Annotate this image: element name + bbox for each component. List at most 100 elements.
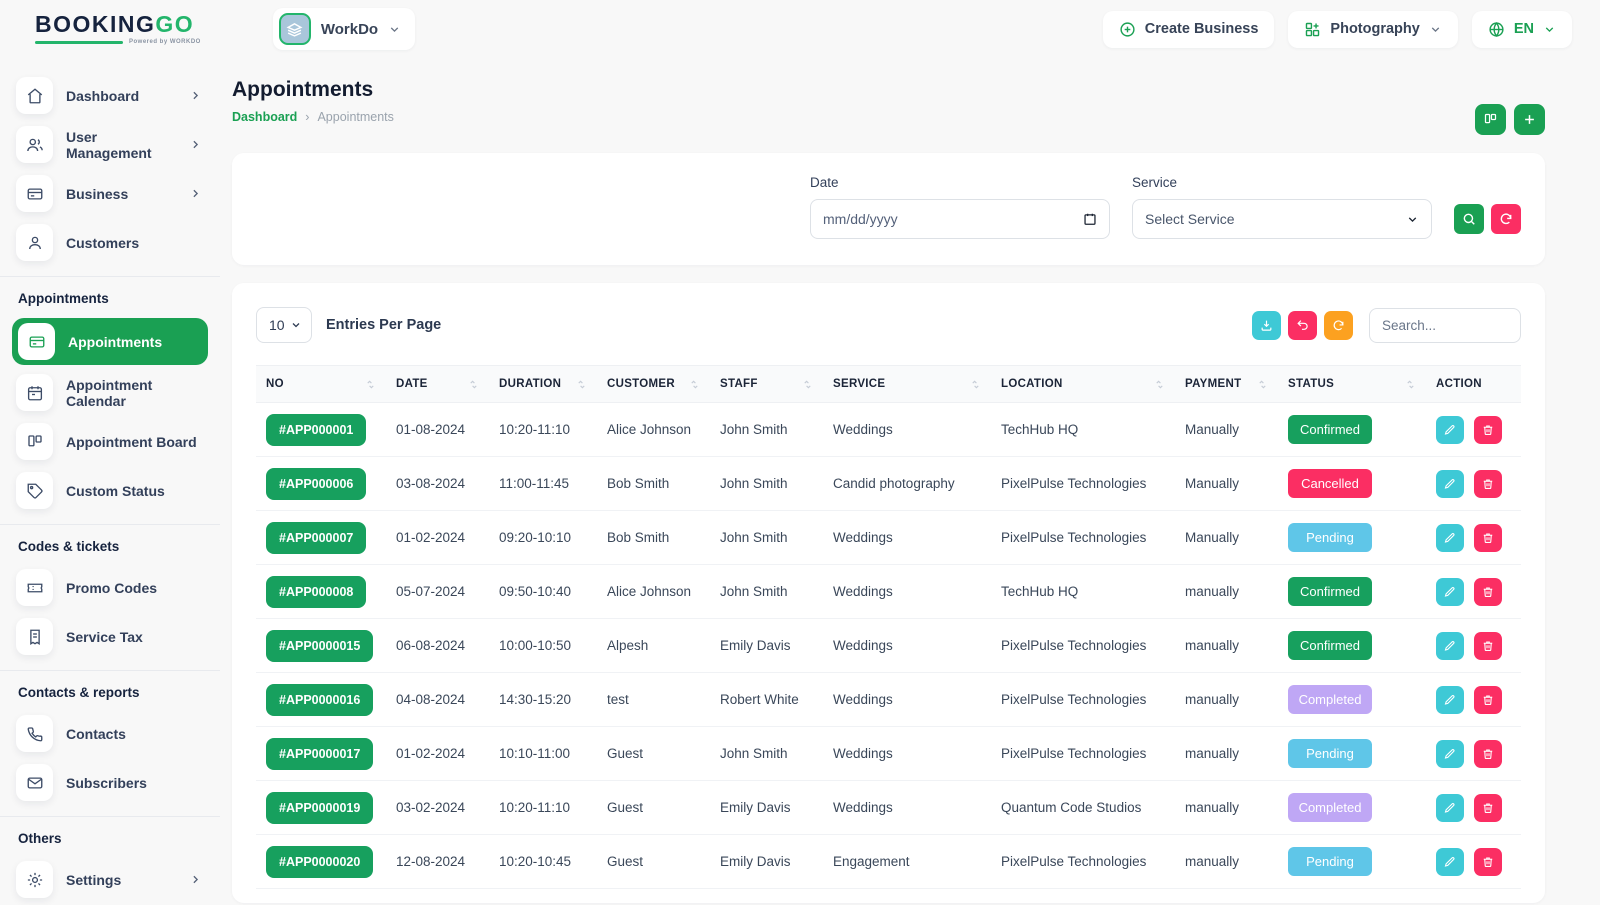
sort-icon[interactable]	[1154, 379, 1165, 390]
cell-service: Weddings	[823, 511, 991, 565]
edit-button[interactable]	[1436, 740, 1464, 768]
edit-button[interactable]	[1436, 794, 1464, 822]
sidebar-item-promo-codes[interactable]: Promo Codes	[0, 564, 220, 611]
pencil-icon	[1444, 532, 1456, 544]
col-header-payment[interactable]: PAYMENT	[1185, 378, 1241, 390]
filter-search-button[interactable]	[1454, 204, 1484, 234]
undo-button[interactable]	[1288, 311, 1317, 340]
table-row: #APP0000015 06-08-2024 10:00-10:50 Alpes…	[256, 619, 1521, 673]
appointment-no-badge[interactable]: #APP000007	[266, 522, 366, 554]
sort-icon[interactable]	[1257, 379, 1268, 390]
export-button[interactable]	[1252, 311, 1281, 340]
sidebar-item-appointment-calendar[interactable]: Appointment Calendar	[0, 369, 220, 416]
sidebar-section-contacts-reports: Contacts & reports Contacts Subscribers	[0, 670, 220, 806]
sidebar-item-subscribers[interactable]: Subscribers	[0, 759, 220, 806]
delete-button[interactable]	[1474, 686, 1502, 714]
cell-customer: Bob Smith	[597, 457, 710, 511]
pencil-icon	[1444, 694, 1456, 706]
date-field-group: Date	[810, 175, 1110, 239]
cell-staff: John Smith	[710, 457, 823, 511]
workspace-building-icon	[279, 13, 311, 45]
service-select[interactable]: Select Service	[1132, 199, 1432, 239]
pencil-icon	[1444, 748, 1456, 760]
entries-per-page-select[interactable]: 10	[256, 307, 312, 343]
cell-payment: manually	[1175, 565, 1278, 619]
edit-button[interactable]	[1436, 848, 1464, 876]
delete-button[interactable]	[1474, 416, 1502, 444]
create-business-button[interactable]: Create Business	[1103, 11, 1275, 48]
appointment-no-badge[interactable]: #APP0000020	[266, 846, 373, 878]
business-selector[interactable]: Photography	[1288, 11, 1457, 48]
appointment-no-badge[interactable]: #APP000008	[266, 576, 366, 608]
trash-icon	[1482, 424, 1494, 436]
sort-icon[interactable]	[970, 379, 981, 390]
breadcrumb-dashboard-link[interactable]: Dashboard	[232, 110, 297, 124]
trash-icon	[1482, 856, 1494, 868]
col-header-duration[interactable]: DURATION	[499, 378, 561, 390]
sidebar-item-appointment-board[interactable]: Appointment Board	[0, 418, 220, 465]
col-header-location[interactable]: LOCATION	[1001, 378, 1063, 390]
appointment-no-badge[interactable]: #APP0000019	[266, 792, 373, 824]
edit-button[interactable]	[1436, 578, 1464, 606]
appointment-no-badge[interactable]: #APP0000015	[266, 630, 373, 662]
table-row: #APP0000019 03-02-2024 10:20-11:10 Guest…	[256, 781, 1521, 835]
trash-icon	[1482, 532, 1494, 544]
sort-icon[interactable]	[1405, 379, 1416, 390]
col-header-no[interactable]: NO	[266, 378, 284, 390]
sidebar-item-service-tax[interactable]: Service Tax	[0, 613, 220, 660]
sidebar-item-customers[interactable]: Customers	[0, 219, 220, 266]
sidebar-item-contacts[interactable]: Contacts	[0, 710, 220, 757]
language-selector[interactable]: EN	[1472, 11, 1572, 48]
edit-button[interactable]	[1436, 470, 1464, 498]
sidebar-item-user-management[interactable]: User Management	[0, 121, 220, 168]
sidebar-item-business[interactable]: Business	[0, 170, 220, 217]
delete-button[interactable]	[1474, 848, 1502, 876]
edit-button[interactable]	[1436, 686, 1464, 714]
table-search-input[interactable]	[1382, 318, 1508, 333]
delete-button[interactable]	[1474, 578, 1502, 606]
cell-location: TechHub HQ	[991, 403, 1175, 457]
appointment-no-badge[interactable]: #APP000001	[266, 414, 366, 446]
edit-button[interactable]	[1436, 416, 1464, 444]
sort-icon[interactable]	[802, 379, 813, 390]
col-header-status[interactable]: STATUS	[1288, 378, 1334, 390]
appointment-no-badge[interactable]: #APP0000017	[266, 738, 373, 770]
filter-reset-button[interactable]	[1491, 204, 1521, 234]
sidebar-item-dashboard[interactable]: Dashboard	[0, 72, 220, 119]
col-header-date[interactable]: DATE	[396, 378, 428, 390]
sidebar-item-settings[interactable]: Settings	[0, 856, 220, 903]
workspace-selector[interactable]: WorkDo	[273, 8, 415, 50]
table-row: #APP0000016 04-08-2024 14:30-15:20 test …	[256, 673, 1521, 727]
cell-date: 03-02-2024	[386, 781, 489, 835]
calendar-icon[interactable]	[1083, 212, 1097, 226]
sort-icon[interactable]	[468, 379, 479, 390]
delete-button[interactable]	[1474, 524, 1502, 552]
appointment-no-badge[interactable]: #APP000006	[266, 468, 366, 500]
sidebar-item-custom-status[interactable]: Custom Status	[0, 467, 220, 514]
col-header-customer[interactable]: CUSTOMER	[607, 378, 675, 390]
delete-button[interactable]	[1474, 632, 1502, 660]
delete-button[interactable]	[1474, 740, 1502, 768]
cell-location: Quantum Code Studios	[991, 781, 1175, 835]
appointment-no-badge[interactable]: #APP0000016	[266, 684, 373, 716]
sort-icon[interactable]	[576, 379, 587, 390]
sort-icon[interactable]	[689, 379, 700, 390]
refresh-button[interactable]	[1324, 311, 1353, 340]
sidebar-section-appointments: Appointments Appointments Appointment Ca…	[0, 276, 220, 514]
brand-logo-text: BOOKINGGO	[35, 13, 201, 36]
appointment-board-button[interactable]	[1475, 104, 1506, 135]
sidebar-item-appointments[interactable]: Appointments	[12, 318, 208, 365]
col-header-staff[interactable]: STAFF	[720, 378, 758, 390]
cell-service: Candid photography	[823, 457, 991, 511]
delete-button[interactable]	[1474, 794, 1502, 822]
edit-button[interactable]	[1436, 632, 1464, 660]
add-appointment-button[interactable]	[1514, 104, 1545, 135]
col-header-service[interactable]: SERVICE	[833, 378, 885, 390]
sort-icon[interactable]	[365, 379, 376, 390]
edit-button[interactable]	[1436, 524, 1464, 552]
cell-payment: manually	[1175, 619, 1278, 673]
cell-date: 01-02-2024	[386, 727, 489, 781]
cell-service: Weddings	[823, 619, 991, 673]
date-input[interactable]	[823, 211, 1083, 227]
delete-button[interactable]	[1474, 470, 1502, 498]
